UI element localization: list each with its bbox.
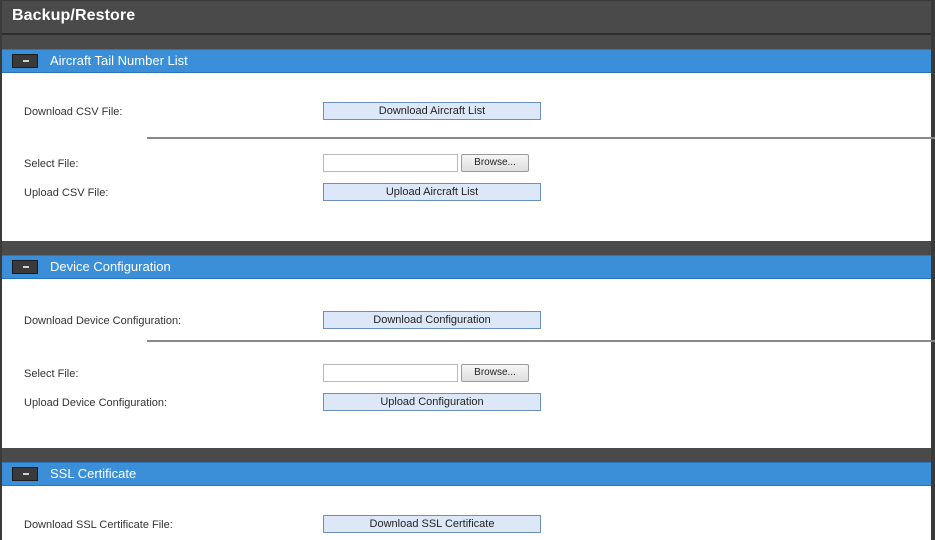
section-separator [2, 448, 931, 462]
configuration-file-input[interactable] [323, 364, 458, 382]
download-ssl-certificate-button[interactable]: Download SSL Certificate [323, 515, 541, 533]
download-csv-label: Download CSV File: [24, 106, 123, 118]
select-file-label: Select File: [24, 368, 79, 380]
browse-csv-button[interactable]: Browse... [461, 154, 529, 172]
select-file-label: Select File: [24, 158, 79, 170]
download-aircraft-list-button[interactable]: Download Aircraft List [323, 102, 541, 120]
upload-aircraft-list-button[interactable]: Upload Aircraft List [323, 183, 541, 201]
csv-file-input[interactable] [323, 154, 458, 172]
divider [147, 137, 935, 139]
download-device-configuration-label: Download Device Configuration: [24, 315, 182, 327]
section-header-ssl-certificate: SSL Certificate [2, 462, 931, 486]
upload-device-configuration-label: Upload Device Configuration: [24, 397, 168, 409]
section-header-aircraft-list: Aircraft Tail Number List [2, 49, 931, 73]
upload-configuration-button[interactable]: Upload Configuration [323, 393, 541, 411]
page-title: Backup/Restore [12, 7, 136, 24]
section-separator [2, 35, 931, 49]
download-configuration-button[interactable]: Download Configuration [323, 311, 541, 329]
title-bar: Backup/Restore [2, 1, 931, 35]
backup-restore-panel: Backup/Restore Aircraft Tail Number List… [0, 0, 935, 540]
upload-csv-label: Upload CSV File: [24, 187, 109, 199]
section-title: SSL Certificate [50, 466, 137, 481]
section-title: Aircraft Tail Number List [50, 53, 188, 68]
divider [147, 340, 935, 342]
browse-configuration-button[interactable]: Browse... [461, 364, 529, 382]
section-header-device-configuration: Device Configuration [2, 255, 931, 279]
collapse-aircraft-list-button[interactable] [12, 54, 38, 68]
collapse-device-configuration-button[interactable] [12, 260, 38, 274]
download-ssl-certificate-label: Download SSL Certificate File: [24, 519, 173, 531]
collapse-ssl-certificate-button[interactable] [12, 467, 38, 481]
section-title: Device Configuration [50, 259, 171, 274]
section-separator [2, 241, 931, 255]
